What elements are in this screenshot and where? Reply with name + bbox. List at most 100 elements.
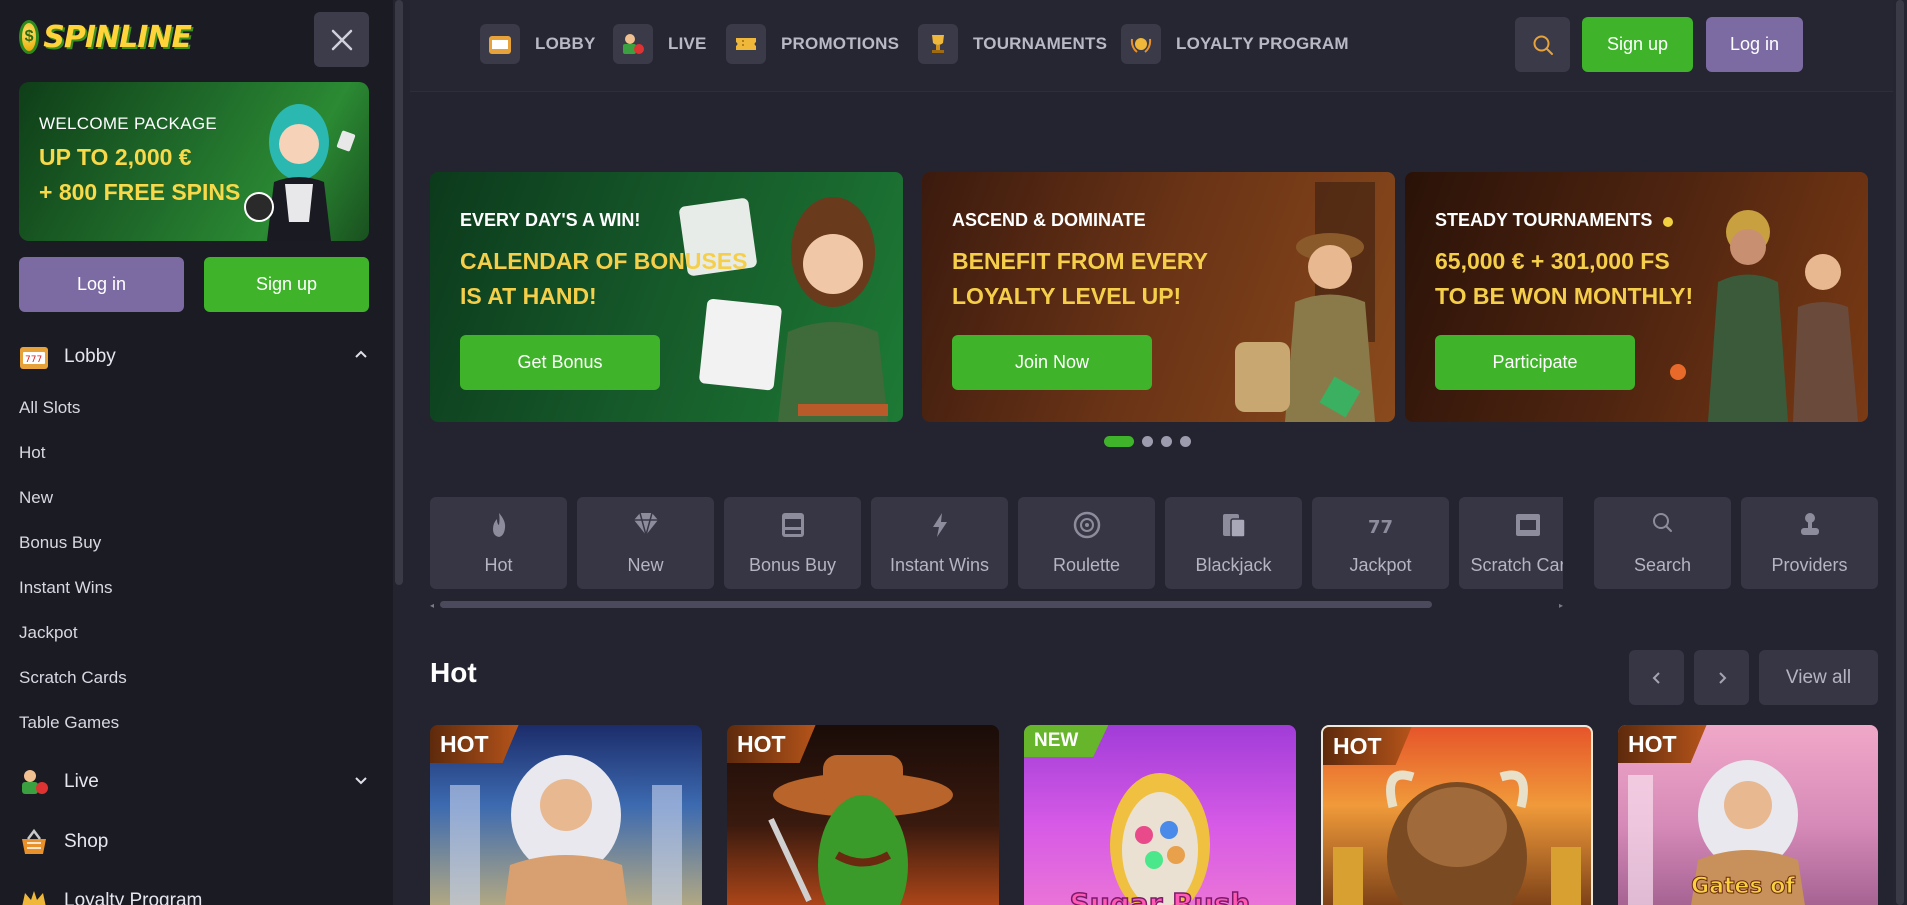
basket-icon bbox=[19, 827, 49, 857]
calendar-girl-illustration bbox=[679, 197, 888, 422]
svg-text:777: 777 bbox=[25, 355, 42, 365]
gates-of-olympus-logo: Gates of bbox=[1691, 874, 1795, 899]
scratch-card-icon bbox=[1515, 514, 1540, 536]
header-search-button[interactable] bbox=[1515, 17, 1570, 72]
scroll-right-arrow-icon[interactable]: ▸ bbox=[1559, 601, 1563, 610]
category-tab-scratch-cards[interactable]: Scratch Cards bbox=[1459, 497, 1563, 589]
category-jackpot-label: Jackpot bbox=[1349, 555, 1412, 575]
category-tab-blackjack[interactable]: Blackjack bbox=[1165, 497, 1302, 589]
welcome-subtitle: WELCOME PACKAGE bbox=[39, 114, 217, 133]
header-login-button[interactable]: Log in bbox=[1706, 17, 1803, 72]
providers-tab[interactable]: Providers bbox=[1741, 497, 1878, 589]
get-bonus-button[interactable]: Get Bonus bbox=[460, 335, 660, 390]
promo-1-line-2: IS AT HAND! bbox=[460, 283, 597, 309]
hot-prev-button[interactable] bbox=[1629, 650, 1684, 705]
welcome-line-1: UP TO 2,000 € bbox=[39, 144, 192, 170]
nav-promotions[interactable]: PROMOTIONS bbox=[726, 24, 899, 64]
nav-lobby[interactable]: LOBBY bbox=[480, 24, 596, 64]
promo-banner-loyalty[interactable]: ASCEND & DOMINATE BENEFIT FROM EVERY LOY… bbox=[922, 172, 1395, 422]
lobby-label: Lobby bbox=[64, 346, 116, 367]
category-tabs: Hot New Bonus Buy Instant Wins Roulette … bbox=[430, 497, 1563, 589]
category-bonus-buy-label: Bonus Buy bbox=[748, 555, 837, 575]
promo-1-line-1: CALENDAR OF BONUSES bbox=[460, 248, 748, 274]
sidebar-signup-button[interactable]: Sign up bbox=[204, 257, 369, 312]
category-tab-new[interactable]: New bbox=[577, 497, 714, 589]
category-scrollbar-thumb[interactable] bbox=[440, 601, 1432, 608]
promo-3-heading: STEADY TOURNAMENTS bbox=[1435, 210, 1653, 230]
sidebar-subitem-bonus-buy[interactable]: Bonus Buy bbox=[19, 533, 101, 553]
category-tab-hot[interactable]: Hot bbox=[430, 497, 567, 589]
sidebar-item-lobby[interactable]: 777 Lobby bbox=[19, 339, 369, 375]
carousel-dot-4[interactable] bbox=[1180, 436, 1191, 447]
cards-icon bbox=[1222, 514, 1246, 538]
promo-banner-calendar[interactable]: EVERY DAY'S A WIN! CALENDAR OF BONUSES I… bbox=[430, 172, 903, 422]
header-signup-button[interactable]: Sign up bbox=[1582, 17, 1693, 72]
sidebar-subitem-instant-wins[interactable]: Instant Wins bbox=[19, 578, 113, 598]
page-scrollbar-thumb[interactable] bbox=[1896, 0, 1904, 905]
live-dealer-icon bbox=[19, 767, 49, 797]
category-scrollbar[interactable]: ◂ ▸ bbox=[430, 600, 1563, 610]
laurel-badge-icon bbox=[1121, 24, 1161, 64]
promo-2-heading: ASCEND & DOMINATE bbox=[952, 210, 1146, 230]
category-instant-wins-label: Instant Wins bbox=[889, 555, 990, 575]
promo-1-heading: EVERY DAY'S A WIN! bbox=[460, 210, 641, 230]
explorer-illustration bbox=[1235, 182, 1375, 422]
game-card-4[interactable]: HOT bbox=[1321, 725, 1593, 905]
nav-loyalty-label: LOYALTY PROGRAM bbox=[1176, 34, 1349, 53]
sidebar-item-live[interactable]: Live bbox=[19, 764, 369, 800]
search-tab-label: Search bbox=[1633, 555, 1692, 575]
flame-icon bbox=[492, 513, 505, 537]
category-tab-instant-wins[interactable]: Instant Wins bbox=[871, 497, 1008, 589]
sidebar-item-shop[interactable]: Shop bbox=[19, 824, 369, 860]
welcome-package-banner[interactable]: WELCOME PACKAGE UP TO 2,000 € + 800 FREE… bbox=[19, 82, 369, 241]
spinline-logo[interactable]: $ SPINLINE bbox=[19, 12, 192, 62]
category-tab-roulette[interactable]: Roulette bbox=[1018, 497, 1155, 589]
sidebar-subitem-hot[interactable]: Hot bbox=[19, 443, 45, 463]
sidebar-item-loyalty[interactable]: Loyalty Program bbox=[19, 883, 369, 905]
nav-tournaments-label: TOURNAMENTS bbox=[973, 34, 1108, 53]
game-card-1[interactable]: HOT bbox=[430, 725, 702, 905]
game-card-5[interactable]: Gates of HOT bbox=[1618, 725, 1878, 905]
triple-seven-icon: 77 bbox=[1368, 517, 1393, 538]
search-games-tab[interactable]: Search bbox=[1594, 497, 1731, 589]
promo-banner-tournaments[interactable]: STEADY TOURNAMENTS 65,000 € + 301,000 FS… bbox=[1405, 172, 1868, 422]
view-all-button[interactable]: View all bbox=[1759, 650, 1878, 705]
carousel-dots bbox=[1104, 436, 1191, 447]
ticket-icon bbox=[726, 24, 766, 64]
participate-button[interactable]: Participate bbox=[1435, 335, 1635, 390]
chevron-up-icon bbox=[355, 350, 367, 358]
scroll-left-arrow-icon[interactable]: ◂ bbox=[430, 601, 434, 610]
joystick-icon bbox=[1800, 513, 1819, 535]
slot-machine-icon bbox=[480, 24, 520, 64]
game-card-3[interactable]: Sugar Rush NEW bbox=[1024, 725, 1296, 905]
sidebar-subitem-all-slots[interactable]: All Slots bbox=[19, 398, 80, 418]
trophy-icon bbox=[918, 24, 958, 64]
category-tab-bonus-buy[interactable]: Bonus Buy bbox=[724, 497, 861, 589]
nav-tournaments[interactable]: TOURNAMENTS bbox=[918, 24, 1107, 64]
category-blackjack-label: Blackjack bbox=[1195, 555, 1272, 575]
live-label: Live bbox=[64, 771, 99, 792]
carousel-dot-2[interactable] bbox=[1142, 436, 1153, 447]
carousel-dot-3[interactable] bbox=[1161, 436, 1172, 447]
hot-next-button[interactable] bbox=[1694, 650, 1749, 705]
sidebar-subitem-new[interactable]: New bbox=[19, 488, 53, 508]
sidebar-scrollbar[interactable] bbox=[395, 0, 403, 585]
sidebar: $ SPINLINE WELCOME PACKAGE UP TO 2,000 €… bbox=[0, 0, 393, 905]
nav-loyalty-program[interactable]: LOYALTY PROGRAM bbox=[1121, 24, 1349, 64]
nav-promotions-label: PROMOTIONS bbox=[781, 34, 900, 53]
sidebar-subitem-scratch-cards[interactable]: Scratch Cards bbox=[19, 668, 127, 688]
promo-3-line-2: TO BE WON MONTHLY! bbox=[1435, 283, 1694, 309]
close-sidebar-button[interactable] bbox=[314, 12, 369, 67]
chevron-down-icon bbox=[355, 777, 367, 785]
sidebar-subitem-table-games[interactable]: Table Games bbox=[19, 713, 119, 733]
slot-machine-icon: 777 bbox=[19, 342, 49, 372]
join-now-button[interactable]: Join Now bbox=[952, 335, 1152, 390]
game-card-2[interactable]: HOT bbox=[727, 725, 999, 905]
carousel-dot-1[interactable] bbox=[1104, 436, 1134, 447]
sidebar-subitem-jackpot[interactable]: Jackpot bbox=[19, 623, 78, 643]
shop-label: Shop bbox=[64, 831, 109, 852]
category-tab-jackpot[interactable]: 77 Jackpot bbox=[1312, 497, 1449, 589]
sidebar-login-button[interactable]: Log in bbox=[19, 257, 184, 312]
page-scrollbar[interactable] bbox=[1893, 0, 1907, 905]
nav-live[interactable]: LIVE bbox=[613, 24, 707, 64]
